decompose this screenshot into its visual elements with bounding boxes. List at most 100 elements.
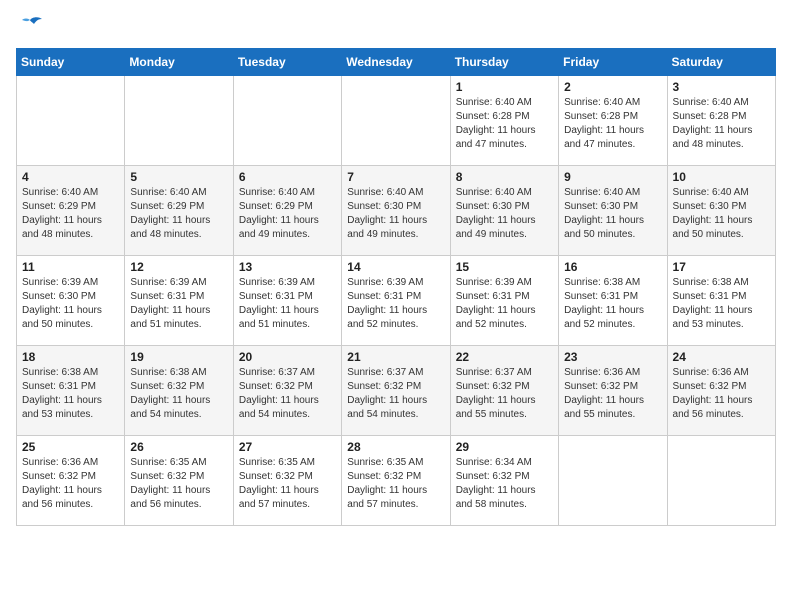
calendar-cell xyxy=(125,76,233,166)
day-of-week-header: Friday xyxy=(559,49,667,76)
day-info: Sunrise: 6:40 AM Sunset: 6:30 PM Dayligh… xyxy=(564,186,661,242)
day-info: Sunrise: 6:36 AM Sunset: 6:32 PM Dayligh… xyxy=(564,366,661,422)
day-of-week-header: Thursday xyxy=(450,49,558,76)
calendar-cell: 6 Sunrise: 6:40 AM Sunset: 6:29 PM Daylig… xyxy=(233,166,341,256)
day-info: Sunrise: 6:40 AM Sunset: 6:28 PM Dayligh… xyxy=(564,96,661,152)
day-number: 26 xyxy=(130,440,227,454)
calendar-cell: 29 Sunrise: 6:34 AM Sunset: 6:32 PM Dayli… xyxy=(450,436,558,526)
day-info: Sunrise: 6:36 AM Sunset: 6:32 PM Dayligh… xyxy=(22,456,119,512)
calendar-week-row: 25 Sunrise: 6:36 AM Sunset: 6:32 PM Dayli… xyxy=(17,436,776,526)
day-info: Sunrise: 6:40 AM Sunset: 6:28 PM Dayligh… xyxy=(456,96,553,152)
day-number: 7 xyxy=(347,170,444,184)
calendar-cell: 7Sunrise: 6:40 AM Sunset: 6:30 PM Daylig… xyxy=(342,166,450,256)
day-number: 20 xyxy=(239,350,336,364)
calendar-cell: 4 Sunrise: 6:40 AM Sunset: 6:29 PM Daylig… xyxy=(17,166,125,256)
day-number: 24 xyxy=(673,350,770,364)
day-info: Sunrise: 6:40 AM Sunset: 6:30 PM Dayligh… xyxy=(673,186,770,242)
day-info: Sunrise: 6:35 AM Sunset: 6:32 PM Dayligh… xyxy=(239,456,336,512)
calendar-week-row: 1 Sunrise: 6:40 AM Sunset: 6:28 PM Daylig… xyxy=(17,76,776,166)
day-number: 15 xyxy=(456,260,553,274)
calendar-cell: 10 Sunrise: 6:40 AM Sunset: 6:30 PM Dayli… xyxy=(667,166,775,256)
calendar-cell: 23 Sunrise: 6:36 AM Sunset: 6:32 PM Dayli… xyxy=(559,346,667,436)
day-info: Sunrise: 6:39 AM Sunset: 6:30 PM Dayligh… xyxy=(22,276,119,332)
calendar-cell: 11Sunrise: 6:39 AM Sunset: 6:30 PM Dayli… xyxy=(17,256,125,346)
day-number: 10 xyxy=(673,170,770,184)
day-number: 14 xyxy=(347,260,444,274)
day-info: Sunrise: 6:34 AM Sunset: 6:32 PM Dayligh… xyxy=(456,456,553,512)
day-number: 16 xyxy=(564,260,661,274)
day-number: 1 xyxy=(456,80,553,94)
day-info: Sunrise: 6:38 AM Sunset: 6:31 PM Dayligh… xyxy=(673,276,770,332)
day-info: Sunrise: 6:39 AM Sunset: 6:31 PM Dayligh… xyxy=(456,276,553,332)
day-number: 21 xyxy=(347,350,444,364)
calendar-header-row: SundayMondayTuesdayWednesdayThursdayFrid… xyxy=(17,49,776,76)
calendar-cell: 21 Sunrise: 6:37 AM Sunset: 6:32 PM Dayli… xyxy=(342,346,450,436)
day-number: 28 xyxy=(347,440,444,454)
day-number: 29 xyxy=(456,440,553,454)
day-info: Sunrise: 6:40 AM Sunset: 6:29 PM Dayligh… xyxy=(130,186,227,242)
day-of-week-header: Monday xyxy=(125,49,233,76)
calendar-cell: 16 Sunrise: 6:38 AM Sunset: 6:31 PM Dayli… xyxy=(559,256,667,346)
calendar-cell: 24 Sunrise: 6:36 AM Sunset: 6:32 PM Dayli… xyxy=(667,346,775,436)
day-number: 13 xyxy=(239,260,336,274)
day-of-week-header: Tuesday xyxy=(233,49,341,76)
day-info: Sunrise: 6:40 AM Sunset: 6:29 PM Dayligh… xyxy=(239,186,336,242)
calendar-cell: 2 Sunrise: 6:40 AM Sunset: 6:28 PM Daylig… xyxy=(559,76,667,166)
day-number: 6 xyxy=(239,170,336,184)
day-info: Sunrise: 6:37 AM Sunset: 6:32 PM Dayligh… xyxy=(239,366,336,422)
calendar-cell: 3 Sunrise: 6:40 AM Sunset: 6:28 PM Daylig… xyxy=(667,76,775,166)
day-number: 4 xyxy=(22,170,119,184)
calendar-cell: 13Sunrise: 6:39 AM Sunset: 6:31 PM Dayli… xyxy=(233,256,341,346)
calendar-cell: 14Sunrise: 6:39 AM Sunset: 6:31 PM Dayli… xyxy=(342,256,450,346)
calendar-cell: 20 Sunrise: 6:37 AM Sunset: 6:32 PM Dayli… xyxy=(233,346,341,436)
day-info: Sunrise: 6:38 AM Sunset: 6:31 PM Dayligh… xyxy=(564,276,661,332)
day-of-week-header: Sunday xyxy=(17,49,125,76)
day-number: 5 xyxy=(130,170,227,184)
calendar: SundayMondayTuesdayWednesdayThursdayFrid… xyxy=(16,48,776,526)
calendar-body: 1 Sunrise: 6:40 AM Sunset: 6:28 PM Daylig… xyxy=(17,76,776,526)
day-number: 18 xyxy=(22,350,119,364)
day-info: Sunrise: 6:37 AM Sunset: 6:32 PM Dayligh… xyxy=(456,366,553,422)
calendar-cell: 15 Sunrise: 6:39 AM Sunset: 6:31 PM Dayli… xyxy=(450,256,558,346)
calendar-cell: 9 Sunrise: 6:40 AM Sunset: 6:30 PM Daylig… xyxy=(559,166,667,256)
day-number: 27 xyxy=(239,440,336,454)
calendar-cell xyxy=(342,76,450,166)
day-info: Sunrise: 6:37 AM Sunset: 6:32 PM Dayligh… xyxy=(347,366,444,422)
day-number: 17 xyxy=(673,260,770,274)
calendar-week-row: 11Sunrise: 6:39 AM Sunset: 6:30 PM Dayli… xyxy=(17,256,776,346)
calendar-cell: 28 Sunrise: 6:35 AM Sunset: 6:32 PM Dayli… xyxy=(342,436,450,526)
day-number: 25 xyxy=(22,440,119,454)
calendar-cell: 5 Sunrise: 6:40 AM Sunset: 6:29 PM Daylig… xyxy=(125,166,233,256)
calendar-cell: 19 Sunrise: 6:38 AM Sunset: 6:32 PM Dayli… xyxy=(125,346,233,436)
day-info: Sunrise: 6:40 AM Sunset: 6:29 PM Dayligh… xyxy=(22,186,119,242)
calendar-cell: 8 Sunrise: 6:40 AM Sunset: 6:30 PM Daylig… xyxy=(450,166,558,256)
day-number: 23 xyxy=(564,350,661,364)
day-number: 12 xyxy=(130,260,227,274)
day-info: Sunrise: 6:38 AM Sunset: 6:32 PM Dayligh… xyxy=(130,366,227,422)
day-number: 3 xyxy=(673,80,770,94)
day-of-week-header: Saturday xyxy=(667,49,775,76)
day-info: Sunrise: 6:40 AM Sunset: 6:28 PM Dayligh… xyxy=(673,96,770,152)
calendar-cell: 27 Sunrise: 6:35 AM Sunset: 6:32 PM Dayli… xyxy=(233,436,341,526)
calendar-cell: 22 Sunrise: 6:37 AM Sunset: 6:32 PM Dayli… xyxy=(450,346,558,436)
day-info: Sunrise: 6:35 AM Sunset: 6:32 PM Dayligh… xyxy=(130,456,227,512)
day-of-week-header: Wednesday xyxy=(342,49,450,76)
day-info: Sunrise: 6:40 AM Sunset: 6:30 PM Dayligh… xyxy=(456,186,553,242)
day-number: 22 xyxy=(456,350,553,364)
calendar-cell: 1 Sunrise: 6:40 AM Sunset: 6:28 PM Daylig… xyxy=(450,76,558,166)
day-number: 9 xyxy=(564,170,661,184)
logo-bird-icon xyxy=(16,16,44,38)
calendar-week-row: 4 Sunrise: 6:40 AM Sunset: 6:29 PM Daylig… xyxy=(17,166,776,256)
logo xyxy=(16,16,44,38)
calendar-cell: 18Sunrise: 6:38 AM Sunset: 6:31 PM Dayli… xyxy=(17,346,125,436)
calendar-cell xyxy=(233,76,341,166)
day-number: 8 xyxy=(456,170,553,184)
day-number: 2 xyxy=(564,80,661,94)
day-info: Sunrise: 6:36 AM Sunset: 6:32 PM Dayligh… xyxy=(673,366,770,422)
day-number: 19 xyxy=(130,350,227,364)
day-info: Sunrise: 6:39 AM Sunset: 6:31 PM Dayligh… xyxy=(130,276,227,332)
calendar-cell: 12 Sunrise: 6:39 AM Sunset: 6:31 PM Dayli… xyxy=(125,256,233,346)
calendar-cell xyxy=(17,76,125,166)
day-info: Sunrise: 6:35 AM Sunset: 6:32 PM Dayligh… xyxy=(347,456,444,512)
calendar-cell xyxy=(667,436,775,526)
